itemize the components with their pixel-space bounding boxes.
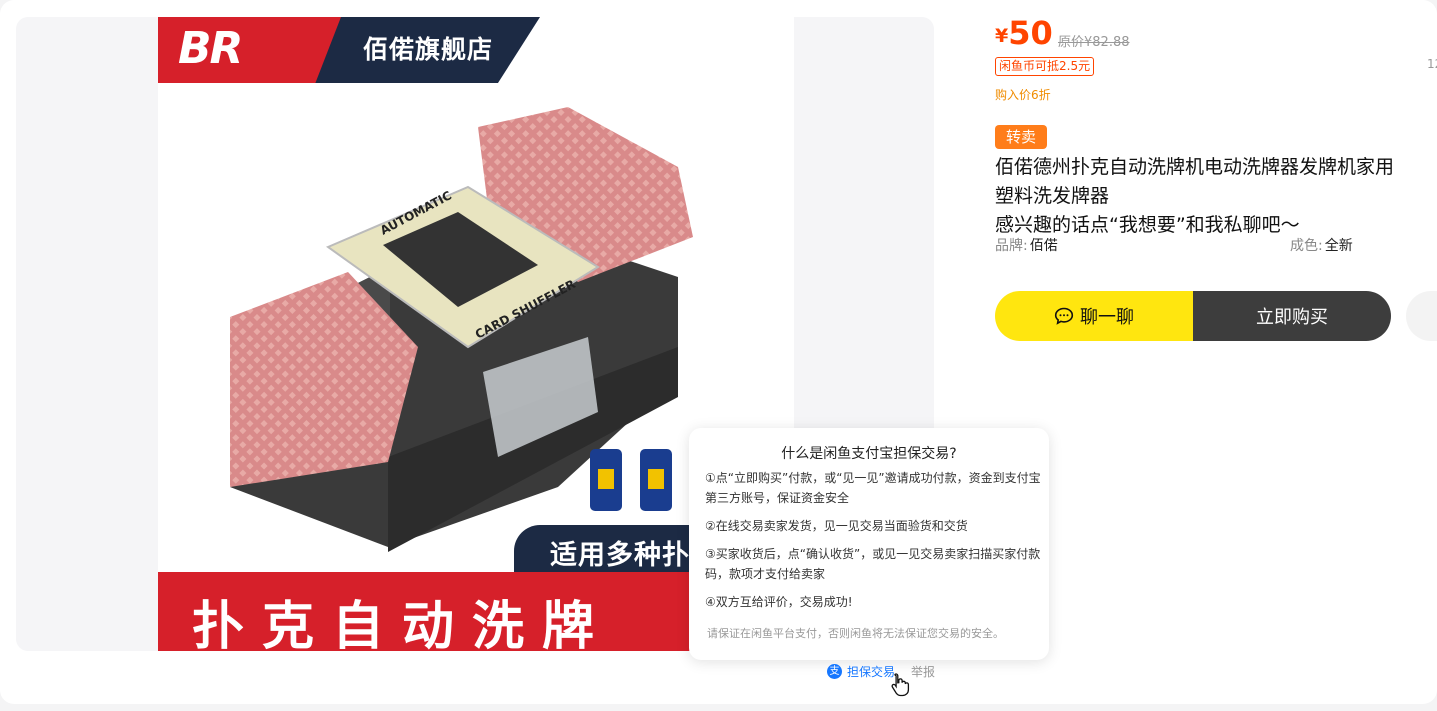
price: ¥50 bbox=[995, 14, 1053, 52]
tooltip-step-1: ①点“立即购买”付款，或“见一见”邀请成功付款，资金到支付宝第三方账号，保证资金… bbox=[705, 471, 1041, 505]
coin-discount-badge: 闲鱼币可抵2.5元 bbox=[995, 57, 1095, 76]
tooltip-step-2: ②在线交易卖家发货，见一见交易当面验货和交货 bbox=[705, 519, 968, 533]
tooltip-title: 什么是闲鱼支付宝担保交易? bbox=[781, 446, 957, 462]
hand-cursor-icon bbox=[891, 673, 910, 697]
chat-bubble-icon bbox=[1054, 307, 1074, 325]
chat-button[interactable]: 聊一聊 bbox=[995, 291, 1193, 341]
escrow-tooltip: 什么是闲鱼支付宝担保交易? ①点“立即购买”付款，或“见一见”邀请成功付款，资金… bbox=[689, 428, 1049, 660]
attr-condition: 成色: 全新 bbox=[1290, 235, 1353, 255]
buy-now-button[interactable]: 立即购买 bbox=[1193, 291, 1391, 341]
title-line-2: 塑料洗发牌器 bbox=[995, 185, 1110, 207]
alipay-icon: 支 bbox=[827, 664, 842, 679]
report-link[interactable]: 举报 bbox=[911, 663, 935, 680]
title-line-1: 佰偌德州扑克自动洗牌机电动洗牌器发牌机家用 bbox=[995, 156, 1395, 178]
tooltip-step-4: ④双方互给评价，交易成功! bbox=[705, 595, 853, 609]
attr-brand-key: 品牌: bbox=[995, 238, 1028, 254]
resale-tag: 转卖 bbox=[995, 125, 1048, 149]
attr-brand-value: 佰偌 bbox=[1029, 238, 1058, 254]
bottom-banner-text: 扑克自动洗牌 bbox=[192, 597, 613, 651]
listing-description: 感兴趣的话点“我想要”和我私聊吧～ bbox=[995, 214, 1300, 236]
brand-logo-bg: BR bbox=[158, 17, 341, 83]
brand-banner: BR 佰偌旗舰店 bbox=[158, 17, 540, 83]
brand-logo: BR bbox=[178, 23, 243, 74]
price-value: 50 bbox=[1008, 14, 1053, 52]
buy-now-label: 立即购买 bbox=[1256, 307, 1328, 328]
attr-condition-key: 成色: bbox=[1290, 238, 1323, 254]
tooltip-step-3: ③买家收货后，点“确认收货”，或见一见交易卖家扫描买家付款码，款项才支付给卖家 bbox=[705, 547, 1041, 581]
purchase-discount: 购入价6折 bbox=[995, 88, 1051, 102]
currency-symbol: ¥ bbox=[995, 25, 1009, 47]
chat-button-label: 聊一聊 bbox=[1080, 307, 1134, 328]
listing-title: 转卖佰偌德州扑克自动洗牌机电动洗牌器发牌机家用 塑料洗发牌器 感兴趣的话点“我想… bbox=[995, 124, 1437, 240]
store-name: 佰偌旗舰店 bbox=[363, 35, 494, 64]
attr-brand: 品牌: 佰偌 bbox=[995, 235, 1058, 255]
attr-condition-value: 全新 bbox=[1324, 238, 1353, 254]
tooltip-note: 请保证在闲鱼平台支付，否则闲鱼将无法保证您交易的安全。 bbox=[707, 627, 1004, 640]
clipped-stat: 12 bbox=[1427, 57, 1437, 71]
original-price: 原价¥82.88 bbox=[1058, 35, 1130, 50]
escrow-link[interactable]: 支 担保交易 bbox=[827, 663, 895, 680]
subtitle-text: 适用多种扑 bbox=[550, 540, 690, 571]
